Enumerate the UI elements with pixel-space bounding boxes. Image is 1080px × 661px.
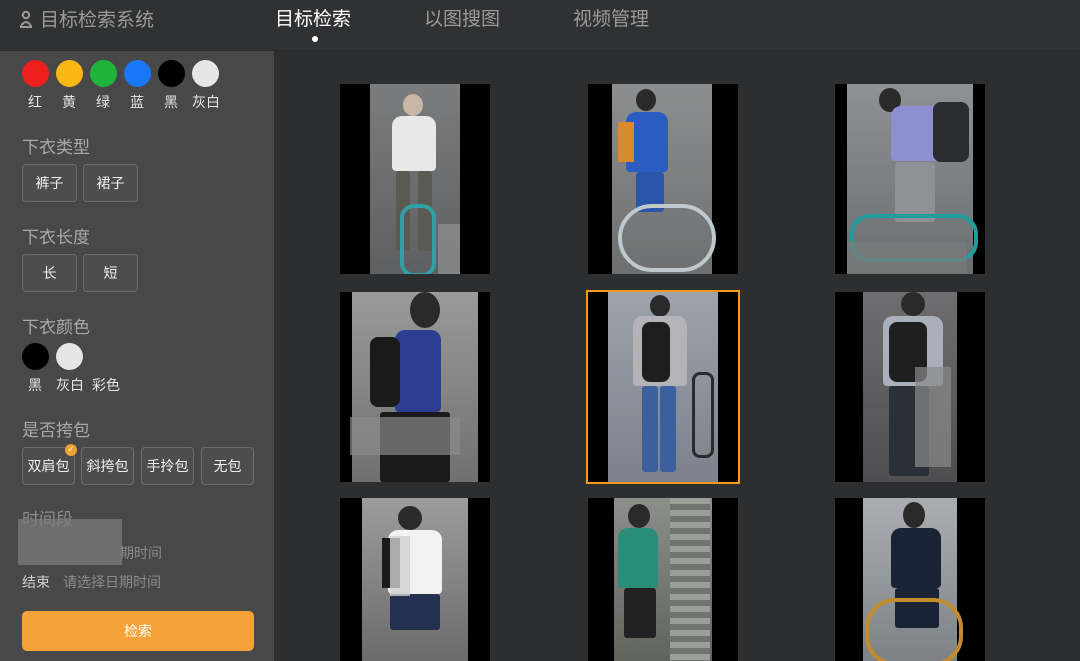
color-swatch-yellow[interactable]	[56, 60, 83, 87]
bottom-color-title: 下衣颜色	[22, 318, 90, 338]
top-bar: 目标检索系统 目标检索 以图搜图 视频管理	[0, 0, 1080, 51]
app-logo: 目标检索系统	[18, 5, 154, 32]
result-thumbnail-selected[interactable]	[586, 290, 740, 484]
bag-handbag-chip[interactable]: 手拎包	[141, 447, 194, 485]
start-time-input[interactable]: 期时间	[120, 543, 162, 563]
end-time-label: 结束	[22, 575, 50, 591]
color-swatch-blue[interactable]	[124, 60, 151, 87]
color-swatch-green[interactable]	[90, 60, 117, 87]
color-label-black: 黑	[164, 95, 178, 111]
result-thumbnail[interactable]	[835, 292, 985, 482]
tab-video-management[interactable]: 视频管理	[573, 4, 649, 31]
app-title: 目标检索系统	[40, 9, 155, 31]
color-swatch-black[interactable]	[158, 60, 185, 87]
color-label-red: 红	[28, 95, 42, 111]
end-time-input[interactable]: 请选择日期时间	[63, 572, 161, 592]
result-thumbnail[interactable]	[835, 84, 985, 274]
result-thumbnail[interactable]	[340, 498, 490, 661]
filter-sidebar: 红 黄 绿 蓝 黑 灰白 下衣类型 裤子 裙子 下衣长度 长 短 下衣颜色 黑 …	[0, 51, 274, 661]
color-swatch-gray-white[interactable]	[192, 60, 219, 87]
tab-target-search[interactable]: 目标检索	[275, 4, 351, 31]
bottom-type-pants-chip[interactable]: 裤子	[22, 164, 77, 202]
bottom-color-label-gray-white: 灰白	[56, 378, 84, 394]
bag-backpack-chip[interactable]: 双肩包 ✓	[22, 444, 77, 485]
color-label-blue: 蓝	[130, 95, 144, 111]
bottom-length-long-chip[interactable]: 长	[22, 254, 77, 292]
bottom-length-short-chip[interactable]: 短	[83, 254, 138, 292]
active-tab-indicator	[312, 36, 318, 42]
bottom-color-swatch-black[interactable]	[22, 343, 49, 370]
result-thumbnail[interactable]	[588, 84, 738, 274]
result-thumbnail[interactable]	[340, 84, 490, 274]
color-swatch-red[interactable]	[22, 60, 49, 87]
redacted-area	[18, 519, 122, 565]
result-thumbnail[interactable]	[588, 498, 738, 661]
bottom-type-title: 下衣类型	[22, 138, 90, 158]
selected-check-icon: ✓	[65, 444, 77, 456]
bottom-color-label-black: 黑	[28, 378, 42, 394]
color-label-yellow: 黄	[62, 95, 76, 111]
bottom-color-swatch-gray-white[interactable]	[56, 343, 83, 370]
tab-image-search[interactable]: 以图搜图	[424, 4, 500, 31]
bottom-color-label-colorful[interactable]: 彩色	[92, 375, 120, 395]
color-label-green: 绿	[96, 95, 110, 111]
bag-backpack-label: 双肩包	[27, 459, 70, 475]
bottom-length-title: 下衣长度	[22, 228, 90, 248]
bag-none-chip[interactable]: 无包	[201, 447, 254, 485]
search-button[interactable]: 检索	[22, 611, 254, 651]
result-thumbnail[interactable]	[340, 292, 490, 482]
person-pin-icon	[20, 10, 32, 28]
bottom-type-skirt-chip[interactable]: 裙子	[83, 164, 138, 202]
bag-title: 是否挎包	[22, 421, 90, 441]
color-label-gray-white: 灰白	[192, 95, 220, 111]
bag-crossbody-chip[interactable]: 斜挎包	[81, 447, 134, 485]
result-thumbnail[interactable]	[835, 498, 985, 661]
results-grid	[274, 51, 1080, 661]
